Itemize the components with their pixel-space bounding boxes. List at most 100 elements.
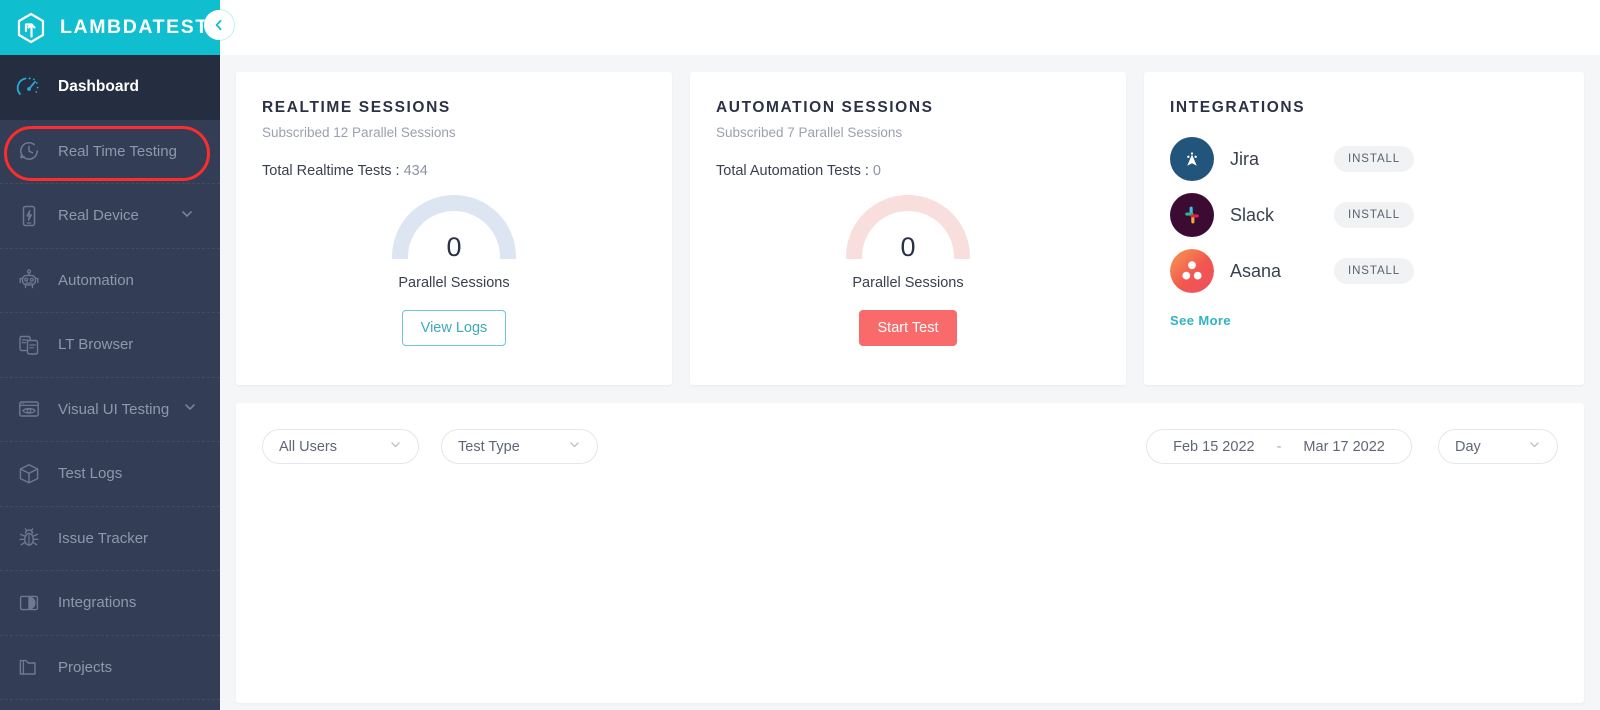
main-area: REALTIME SESSIONS Subscribed 12 Parallel…	[220, 0, 1600, 710]
sidebar-item-real-time-testing[interactable]: Real Time Testing	[0, 120, 220, 185]
total-value: 434	[404, 163, 428, 179]
total-label: Total Automation Tests :	[716, 163, 869, 179]
integration-name: Asana	[1230, 261, 1318, 282]
dashboard-page: LAMBDATEST	[0, 0, 1600, 710]
mobile-device-icon	[14, 201, 44, 231]
eye-window-icon	[14, 394, 44, 424]
filters-right-group: Feb 15 2022 - Mar 17 2022 Day	[1146, 429, 1558, 464]
sidebar-item-label: Projects	[58, 659, 220, 676]
chevron-down-icon[interactable]	[180, 207, 194, 225]
robot-icon	[14, 265, 44, 295]
total-automation-tests: Total Automation Tests : 0	[716, 163, 1100, 179]
gauge-value: 0	[389, 234, 519, 261]
date-range-end: Mar 17 2022	[1303, 439, 1384, 455]
summary-cards-row: REALTIME SESSIONS Subscribed 12 Parallel…	[236, 72, 1584, 385]
sidebar-item-label: Issue Tracker	[58, 530, 220, 547]
puzzle-circle-icon	[14, 588, 44, 618]
card-subtitle: Subscribed 7 Parallel Sessions	[716, 125, 1100, 140]
install-button[interactable]: INSTALL	[1334, 146, 1414, 172]
sidebar-item-projects[interactable]: Projects	[0, 636, 220, 701]
sidebar-nav: Dashboard Real Time Testing	[0, 55, 220, 700]
realtime-card-action: View Logs	[262, 310, 646, 346]
sidebar-item-label: Visual UI Testing	[58, 401, 169, 418]
sidebar-item-test-logs[interactable]: Test Logs	[0, 442, 220, 507]
gauge-caption: Parallel Sessions	[398, 275, 509, 291]
brand-header: LAMBDATEST	[0, 0, 220, 55]
automation-card-action: Start Test	[716, 310, 1100, 346]
test-type-filter-select[interactable]: Test Type	[441, 429, 598, 464]
chevron-down-icon	[1528, 438, 1541, 455]
realtime-sessions-card: REALTIME SESSIONS Subscribed 12 Parallel…	[236, 72, 672, 385]
automation-gauge-group: 0 Parallel Sessions	[716, 193, 1100, 291]
sidebar: LAMBDATEST	[0, 0, 220, 710]
jira-logo-icon	[1170, 137, 1214, 181]
sidebar-item-label: Test Logs	[58, 465, 220, 482]
integrations-list: Jira INSTALL	[1170, 131, 1558, 299]
chevron-down-icon	[389, 438, 402, 455]
sidebar-item-label: Integrations	[58, 594, 220, 611]
granularity-select[interactable]: Day	[1438, 429, 1558, 464]
content-area: REALTIME SESSIONS Subscribed 12 Parallel…	[220, 55, 1600, 710]
asana-logo-icon	[1170, 249, 1214, 293]
total-realtime-tests: Total Realtime Tests : 434	[262, 163, 646, 179]
list-item: Asana INSTALL	[1170, 243, 1558, 299]
view-logs-button[interactable]: View Logs	[402, 310, 507, 346]
filters-panel: All Users Test Type	[236, 403, 1584, 703]
chevron-left-icon	[212, 18, 226, 32]
browser-pages-icon	[14, 330, 44, 360]
start-test-button[interactable]: Start Test	[859, 310, 958, 346]
folder-icon	[14, 652, 44, 682]
clock-refresh-icon	[14, 136, 44, 166]
date-range-picker[interactable]: Feb 15 2022 - Mar 17 2022	[1146, 429, 1412, 464]
install-button[interactable]: INSTALL	[1334, 258, 1414, 284]
sidebar-item-label: Dashboard	[58, 78, 220, 96]
sidebar-item-lt-browser[interactable]: LT Browser	[0, 313, 220, 378]
sidebar-item-dashboard[interactable]: Dashboard	[0, 55, 220, 120]
bug-icon	[14, 523, 44, 553]
total-label: Total Realtime Tests :	[262, 163, 400, 179]
sidebar-item-automation[interactable]: Automation	[0, 249, 220, 314]
integration-name: Jira	[1230, 149, 1318, 170]
box-icon	[14, 459, 44, 489]
sidebar-item-label: LT Browser	[58, 336, 220, 353]
test-type-filter-value: Test Type	[458, 439, 520, 455]
sidebar-item-label: Automation	[58, 272, 220, 289]
total-value: 0	[873, 163, 881, 179]
realtime-gauge-group: 0 Parallel Sessions	[262, 193, 646, 291]
sidebar-item-visual-ui-testing[interactable]: Visual UI Testing	[0, 378, 220, 443]
speedometer-icon	[14, 72, 44, 102]
sidebar-item-real-device[interactable]: Real Device	[0, 184, 220, 249]
sidebar-item-issue-tracker[interactable]: Issue Tracker	[0, 507, 220, 572]
date-range-start: Feb 15 2022	[1173, 439, 1254, 455]
gauge-value: 0	[843, 234, 973, 261]
list-item: Slack INSTALL	[1170, 187, 1558, 243]
automation-sessions-card: AUTOMATION SESSIONS Subscribed 7 Paralle…	[690, 72, 1126, 385]
slack-logo-icon	[1170, 193, 1214, 237]
card-title: AUTOMATION SESSIONS	[716, 99, 1100, 117]
gauge-caption: Parallel Sessions	[852, 275, 963, 291]
see-more-link[interactable]: See More	[1170, 313, 1231, 328]
brand-name: LAMBDATEST	[60, 16, 209, 39]
install-button[interactable]: INSTALL	[1334, 202, 1414, 228]
parallel-sessions-gauge: 0	[389, 193, 519, 259]
filters-left-group: All Users Test Type	[262, 429, 598, 464]
top-header-bar	[220, 0, 1600, 55]
integration-name: Slack	[1230, 205, 1318, 226]
users-filter-select[interactable]: All Users	[262, 429, 419, 464]
card-title: REALTIME SESSIONS	[262, 99, 646, 117]
chevron-down-icon[interactable]	[183, 400, 197, 418]
granularity-value: Day	[1455, 439, 1481, 455]
users-filter-value: All Users	[279, 439, 337, 455]
sidebar-collapse-button[interactable]	[204, 10, 234, 40]
parallel-sessions-gauge: 0	[843, 193, 973, 259]
chevron-down-icon	[568, 438, 581, 455]
list-item: Jira INSTALL	[1170, 131, 1558, 187]
sidebar-item-integrations[interactable]: Integrations	[0, 571, 220, 636]
card-title: INTEGRATIONS	[1170, 99, 1558, 117]
card-subtitle: Subscribed 12 Parallel Sessions	[262, 125, 646, 140]
integrations-card: INTEGRATIONS Jira	[1144, 72, 1584, 385]
sidebar-item-label: Real Device	[58, 207, 166, 224]
sidebar-item-label: Real Time Testing	[58, 143, 220, 160]
lambdatest-hexagon-logo-icon	[14, 11, 48, 45]
date-range-separator: -	[1277, 439, 1282, 455]
